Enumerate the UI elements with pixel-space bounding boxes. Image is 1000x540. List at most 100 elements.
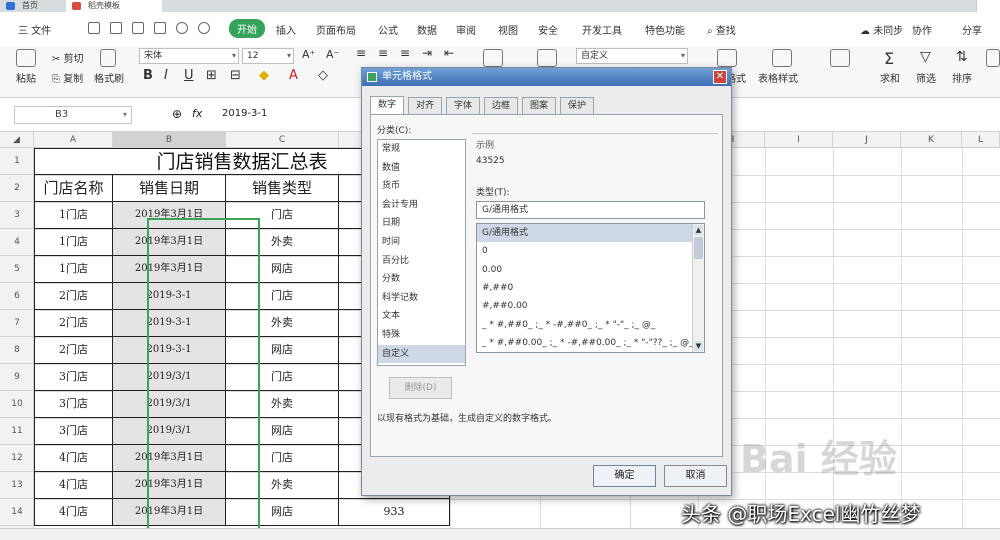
cell-sale-date[interactable]: 2019-3-1 bbox=[113, 310, 226, 337]
cell-sale-date[interactable]: 2019-3-1 bbox=[113, 283, 226, 310]
outdent-icon[interactable]: ⇤ bbox=[444, 46, 454, 60]
save-icon[interactable] bbox=[88, 22, 100, 34]
file-menu[interactable]: 三 文件 bbox=[18, 22, 51, 37]
cell-store-name[interactable]: 2门店 bbox=[34, 310, 113, 337]
fill-icon[interactable] bbox=[986, 49, 1000, 67]
tab-security[interactable]: 安全 bbox=[538, 22, 558, 37]
tab-font[interactable]: 字体 bbox=[446, 97, 480, 114]
cell-value[interactable]: 933 bbox=[339, 499, 450, 526]
row-header[interactable]: 8 bbox=[0, 337, 34, 364]
row-header[interactable]: 6 bbox=[0, 283, 34, 310]
category-item[interactable]: 百分比 bbox=[378, 252, 465, 270]
column-header[interactable]: J bbox=[833, 132, 901, 148]
zoom-icon[interactable]: ⊕ bbox=[172, 107, 182, 121]
cell-sale-type[interactable]: 门店 bbox=[226, 202, 339, 229]
category-item[interactable]: 货币 bbox=[378, 177, 465, 195]
cut-button[interactable]: ✂ 剪切 bbox=[52, 50, 84, 65]
cell-store-name[interactable]: 4门店 bbox=[34, 472, 113, 499]
row-header[interactable]: 14 bbox=[0, 499, 34, 526]
type-item[interactable]: _ * #,##0_ ;_ * -#,##0_ ;_ * "-"_ ;_ @_ bbox=[477, 316, 692, 334]
cell-sale-date[interactable]: 2019年3月1日 bbox=[113, 202, 226, 229]
table-style-button[interactable]: 表格样式 bbox=[758, 70, 798, 85]
row-header[interactable]: 13 bbox=[0, 472, 34, 499]
tab-review[interactable]: 审阅 bbox=[456, 22, 476, 37]
category-item[interactable]: 科学记数 bbox=[378, 289, 465, 307]
cell-sale-type[interactable]: 外卖 bbox=[226, 229, 339, 256]
formula-input[interactable]: 2019-3-1 bbox=[222, 108, 267, 119]
delete-button[interactable]: 删除(D) bbox=[389, 377, 452, 399]
align-top-icon[interactable]: ≡ bbox=[356, 46, 366, 60]
filter-button[interactable]: 筛选 bbox=[916, 70, 936, 85]
tab-home[interactable]: 首页 bbox=[0, 0, 66, 12]
window-control[interactable] bbox=[976, 0, 1000, 12]
cell-sale-date[interactable]: 2019年3月1日 bbox=[113, 256, 226, 283]
paste-button[interactable]: 粘贴 bbox=[16, 70, 36, 85]
category-item[interactable]: 特殊 bbox=[378, 326, 465, 344]
cell-sale-date[interactable]: 2019/3/1 bbox=[113, 418, 226, 445]
tab-special[interactable]: 特色功能 bbox=[645, 22, 685, 37]
wrap-text-icon[interactable] bbox=[483, 49, 503, 67]
type-item[interactable]: 0.00 bbox=[477, 261, 692, 279]
fill-color-icon[interactable]: ◆ bbox=[259, 68, 269, 83]
cell-sale-type[interactable]: 网店 bbox=[226, 256, 339, 283]
underline-button[interactable]: U bbox=[184, 68, 194, 83]
type-item[interactable]: #,##0 bbox=[477, 279, 692, 297]
table-style-icon[interactable] bbox=[772, 49, 792, 67]
paste-icon[interactable] bbox=[16, 49, 36, 67]
cell-sale-date[interactable]: 2019年3月1日 bbox=[113, 229, 226, 256]
cell-sale-type[interactable]: 外卖 bbox=[226, 310, 339, 337]
row-header[interactable]: 1 bbox=[0, 148, 34, 175]
cell-sale-type[interactable]: 门店 bbox=[226, 445, 339, 472]
border-icon[interactable]: ⊞ bbox=[206, 68, 217, 83]
cell-store-name[interactable]: 1门店 bbox=[34, 256, 113, 283]
column-header[interactable]: K bbox=[901, 132, 962, 148]
scroll-up-icon[interactable]: ▲ bbox=[694, 225, 703, 235]
font-color-icon[interactable]: A bbox=[289, 68, 298, 83]
tab-formulas[interactable]: 公式 bbox=[378, 22, 398, 37]
increase-font-icon[interactable]: A⁺ bbox=[302, 48, 315, 61]
type-list-scrollbar[interactable]: ▲ ▼ bbox=[692, 224, 704, 352]
category-item[interactable]: 数值 bbox=[378, 159, 465, 177]
header-store-name[interactable]: 门店名称 bbox=[34, 175, 113, 202]
decrease-font-icon[interactable]: A⁻ bbox=[326, 48, 339, 61]
assistant-icon[interactable] bbox=[830, 49, 850, 67]
merge-center-icon[interactable] bbox=[537, 49, 557, 67]
tab-view[interactable]: 视图 bbox=[498, 22, 518, 37]
column-header[interactable]: L bbox=[962, 132, 1000, 148]
align-middle-icon[interactable]: ≡ bbox=[378, 46, 388, 60]
scroll-down-icon[interactable]: ▼ bbox=[694, 341, 703, 351]
cell-store-name[interactable]: 4门店 bbox=[34, 445, 113, 472]
search-icon[interactable]: ⌕ 查找 bbox=[707, 22, 736, 37]
align-bottom-icon[interactable]: ≡ bbox=[400, 46, 410, 60]
close-icon[interactable]: ✕ bbox=[713, 70, 727, 84]
font-name-select[interactable]: 宋体 ▾ bbox=[139, 48, 239, 64]
export-icon[interactable] bbox=[154, 22, 166, 34]
clear-format-icon[interactable]: ◇ bbox=[318, 68, 328, 83]
type-item[interactable]: _ * #,##0.00_ ;_ * -#,##0.00_ ;_ * "-"??… bbox=[477, 334, 692, 352]
row-header[interactable]: 2 bbox=[0, 175, 34, 202]
type-input[interactable]: G/通用格式 bbox=[476, 201, 705, 219]
merge-icon[interactable]: ⊟ bbox=[230, 68, 241, 83]
select-all-corner[interactable]: ◢ bbox=[0, 132, 34, 148]
cell-store-name[interactable]: 2门店 bbox=[34, 283, 113, 310]
sort-button[interactable]: 排序 bbox=[952, 70, 972, 85]
cell-sale-type[interactable]: 网店 bbox=[226, 418, 339, 445]
tab-insert[interactable]: 插入 bbox=[276, 22, 296, 37]
sort-icon[interactable]: ⇅ bbox=[956, 49, 968, 65]
format-painter-button[interactable]: 格式刷 bbox=[94, 70, 124, 85]
dialog-title-bar[interactable]: 单元格格式 ✕ bbox=[362, 68, 731, 86]
cell-sale-date[interactable]: 2019/3/1 bbox=[113, 391, 226, 418]
format-painter-icon[interactable] bbox=[100, 49, 116, 67]
sum-icon[interactable]: Σ bbox=[884, 49, 894, 68]
tab-protection[interactable]: 保护 bbox=[560, 97, 594, 114]
category-item[interactable]: 日期 bbox=[378, 214, 465, 232]
cell-sale-type[interactable]: 门店 bbox=[226, 283, 339, 310]
column-header[interactable]: I bbox=[765, 132, 833, 148]
row-header[interactable]: 11 bbox=[0, 418, 34, 445]
type-item[interactable]: G/通用格式 bbox=[477, 224, 692, 242]
category-item[interactable]: 分数 bbox=[378, 270, 465, 288]
sheet-tab-bar[interactable] bbox=[0, 528, 1000, 540]
type-item[interactable]: 0 bbox=[477, 242, 692, 260]
row-header[interactable]: 4 bbox=[0, 229, 34, 256]
cell-sale-type[interactable]: 外卖 bbox=[226, 472, 339, 499]
